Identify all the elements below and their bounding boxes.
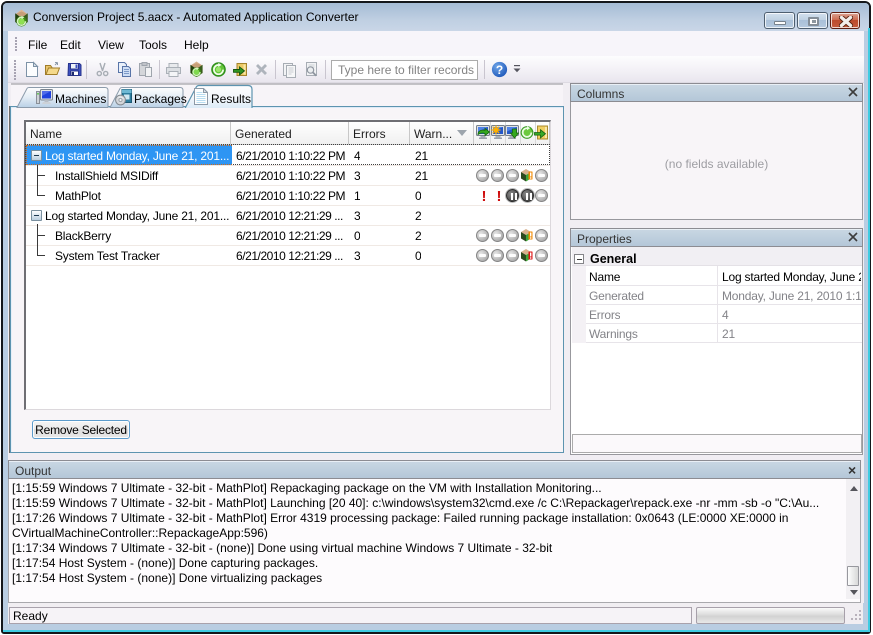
svg-text:?: ? [496, 63, 503, 77]
